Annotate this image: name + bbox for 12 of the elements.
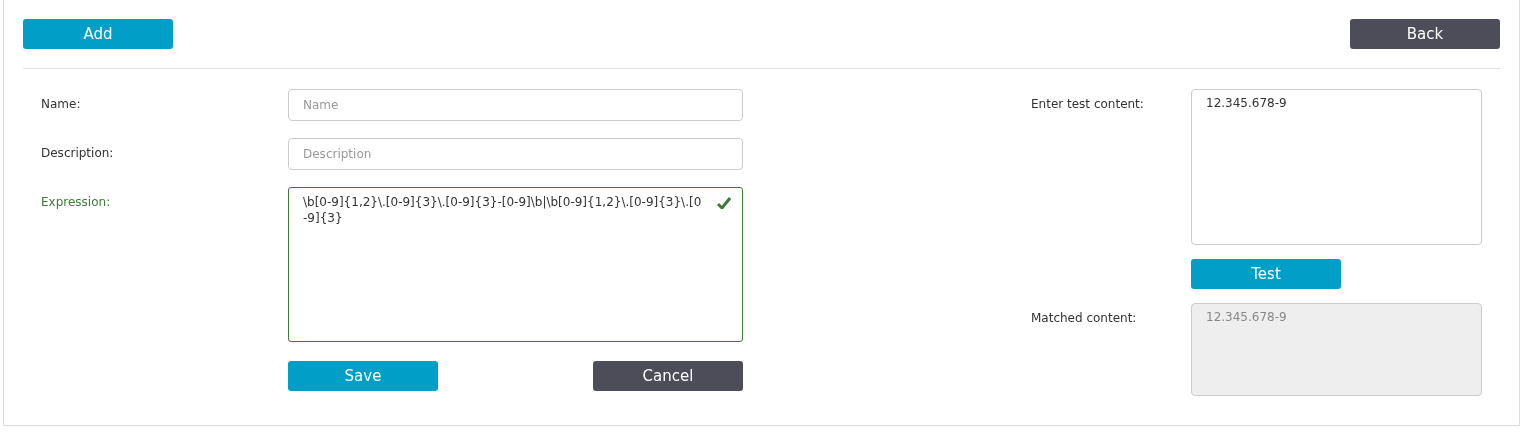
field-label: Description:: [41, 145, 115, 162]
cancel-button[interactable]: Cancel: [593, 361, 743, 391]
test-content-field[interactable]: 12.345.678-9: [1191, 89, 1482, 245]
field-label: Enter test content:: [1030, 96, 1145, 113]
check-icon: [717, 197, 731, 209]
text-field[interactable]: Name: [288, 89, 743, 121]
field-label: Expression:: [41, 194, 112, 211]
field-label: Matched content:: [1030, 310, 1138, 327]
field-label: Name:: [41, 96, 82, 113]
back-button[interactable]: Back: [1350, 19, 1500, 49]
text-field[interactable]: Description: [288, 138, 743, 170]
expression-field[interactable]: \b[0-9]{1,2}\.[0-9]{3}\.[0-9]{3}-[0-9]\b|\b[0-9]{1,2}\.[0-9]{3}\.[0-9]{3}: [288, 187, 743, 342]
